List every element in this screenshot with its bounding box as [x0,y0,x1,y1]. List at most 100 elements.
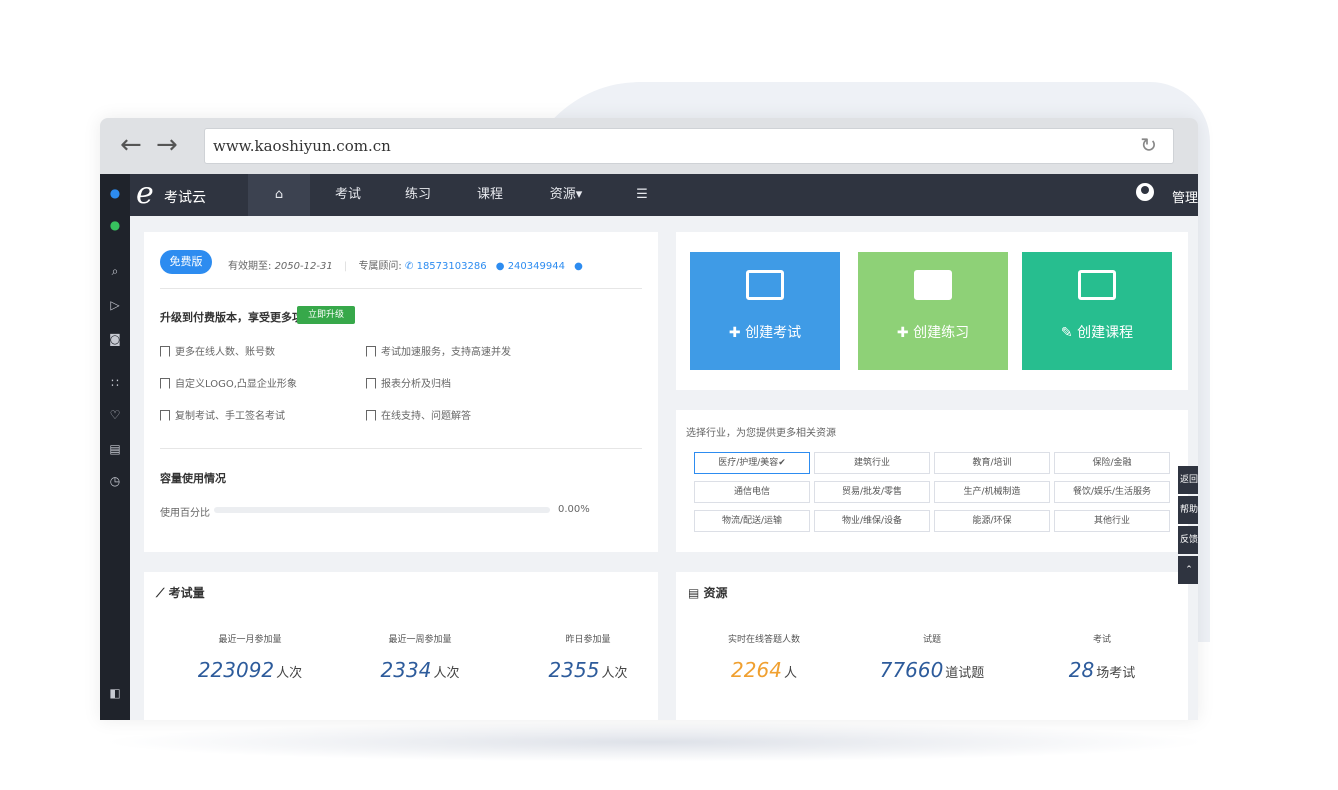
create-course-tile[interactable]: ✎ 创建课程 [1022,252,1172,370]
create-practice-tile[interactable]: ✚ 创建练习 [858,252,1008,370]
drop-shadow [100,722,1210,762]
float-back-button[interactable]: 返回 [1178,466,1198,494]
camera-icon[interactable]: ◙ [108,332,122,346]
feature-item: 报表分析及归档 [366,375,451,390]
url-text: www.kaoshiyun.com.cn [213,137,391,155]
heart-icon[interactable]: ♡ [108,408,122,422]
bookmark-icon [160,346,170,357]
stat-label: 最近一周参加量 [388,635,452,645]
industry-option[interactable]: 医疗/护理/美容✔ [694,452,810,474]
capacity-title: 容量使用情况 [160,472,226,485]
messenger-icon[interactable]: ● [108,186,122,200]
plan-badge: 免费版 [160,250,212,274]
stat-value: 77660 道试题 [879,658,985,682]
industry-option[interactable]: 贸易/批发/零售 [814,481,930,503]
list-icon: ☰ [636,187,648,202]
industry-option[interactable]: 生产/机械制造 [934,481,1050,503]
stat-label: 考试 [1092,635,1111,645]
logo-text: 考试云 [164,190,206,206]
bookmark-icon [160,410,170,421]
stat-label: 试题 [922,635,941,645]
phone-number[interactable]: 18573103286 [417,261,487,272]
nav-list[interactable]: ☰ [624,174,660,216]
nav-practice[interactable]: 练习 [392,174,444,216]
industry-option[interactable]: 通信电信 [694,481,810,503]
stat-value: 2264 人 [731,658,797,682]
resource-card: ▤ 资源 实时在线答题人数 试题 考试 2264 人 77660 道试题 28 场考试 [676,572,1188,720]
grid-icon[interactable]: ∷ [108,376,122,390]
industry-option[interactable]: 能源/环保 [934,510,1050,532]
stat-value: 2334 人次 [380,658,460,682]
send-icon[interactable]: ▷ [108,298,122,312]
bookmark-icon [160,378,170,389]
float-feedback-button[interactable]: 反馈 [1178,526,1198,554]
nav-exam[interactable]: 考试 [322,174,374,216]
wechat-icon[interactable]: ● [574,261,583,272]
panel-toggle-icon[interactable]: ◧ [108,686,122,700]
separator: | [343,261,348,272]
user-icon[interactable] [1136,183,1154,201]
stage: ← → www.kaoshiyun.com.cn ↻ e 考试云 ⌂ 考试 练习… [0,0,1338,790]
industry-option[interactable]: 物流/配送/运输 [694,510,810,532]
address-bar[interactable]: www.kaoshiyun.com.cn ↻ [204,128,1174,164]
divider [160,288,642,289]
book-icon [1078,270,1116,300]
stat-value: 2355 人次 [548,658,628,682]
table-icon: ▤ [688,586,704,600]
browser-toolbar: ← → www.kaoshiyun.com.cn ↻ [100,118,1198,174]
bookmark-icon [366,410,376,421]
resource-title: ▤ 资源 [688,586,728,600]
float-help-button[interactable]: 帮助 [1178,496,1198,524]
map-filled-icon [914,270,952,300]
whatsapp-icon[interactable]: ● [108,218,122,232]
upgrade-button[interactable]: 立即升级 [297,306,355,324]
industry-option[interactable]: 餐饮/娱乐/生活服务 [1054,481,1170,503]
admin-link[interactable]: 管理 [1172,187,1198,206]
stat-label: 最近一月参加量 [218,635,282,645]
feature-item: 更多在线人数、账号数 [160,343,275,358]
home-icon: ⌂ [274,187,284,202]
industry-option[interactable]: 保险/金融 [1054,452,1170,474]
search-icon[interactable]: ⌕ [108,264,122,278]
industry-prompt: 选择行业，为您提供更多相关资源 [686,428,836,439]
bookmark-icon [366,346,376,357]
usage-label: 使用百分比 [160,508,210,519]
qq-number[interactable]: 240349944 [508,261,565,272]
top-navbar: e 考试云 ⌂ 考试 练习 课程 资源▾ ☰ 管理 [100,174,1198,216]
usage-value: 0.00% [558,504,590,515]
clock-icon[interactable]: ◷ [108,474,122,488]
forward-arrow-icon[interactable]: → [156,130,178,160]
feature-item: 考试加速服务，支持高速并发 [366,343,511,358]
industry-option[interactable]: 物业/维保/设备 [814,510,930,532]
feature-item: 在线支持、问题解答 [366,407,471,422]
logo-icon[interactable]: e [136,176,154,211]
tile-label: ✚ 创建练习 [896,325,970,341]
chart-line-icon: ⟋ [156,586,169,600]
note-icon[interactable]: ▤ [108,442,122,456]
feature-item: 自定义LOGO,凸显企业形象 [160,375,297,390]
browser-window: ← → www.kaoshiyun.com.cn ↻ e 考试云 ⌂ 考试 练习… [100,118,1198,720]
nav-resource[interactable]: 资源▾ [536,174,596,216]
expiry-label: 有效期至: [228,261,272,272]
stat-label: 昨日参加量 [565,635,611,645]
nav-home[interactable]: ⌂ [248,174,310,216]
advisor-label: 专属顾问: [358,261,402,272]
back-arrow-icon[interactable]: ← [120,130,142,160]
tile-label: ✎ 创建课程 [1060,325,1134,341]
feature-item: 复制考试、手工签名考试 [160,407,285,422]
reload-icon[interactable]: ↻ [1140,133,1157,157]
stat-value: 28 场考试 [1068,658,1136,682]
usage-progress-bar [214,507,550,513]
industry-card: 选择行业，为您提供更多相关资源 医疗/护理/美容✔ 建筑行业 教育/培训 保险/金融通… [676,410,1188,552]
bookmark-icon [366,378,376,389]
nav-course[interactable]: 课程 [464,174,516,216]
left-toolbar: ● ● ⌕ ▷ ◙ ∷ ♡ ▤ ◷ ◧ [100,174,130,720]
exam-volume-title: ⟋ 考试量 [156,586,205,600]
stat-label: 实时在线答题人数 [727,635,800,645]
industry-option[interactable]: 其他行业 [1054,510,1170,532]
create-exam-tile[interactable]: ✚ 创建考试 [690,252,840,370]
quick-create-card: ✚ 创建考试 ✚ 创建练习 ✎ 创建课程 [676,232,1188,390]
industry-option[interactable]: 建筑行业 [814,452,930,474]
industry-option[interactable]: 教育/培训 [934,452,1050,474]
float-top-button[interactable]: ⌃ [1178,556,1198,584]
